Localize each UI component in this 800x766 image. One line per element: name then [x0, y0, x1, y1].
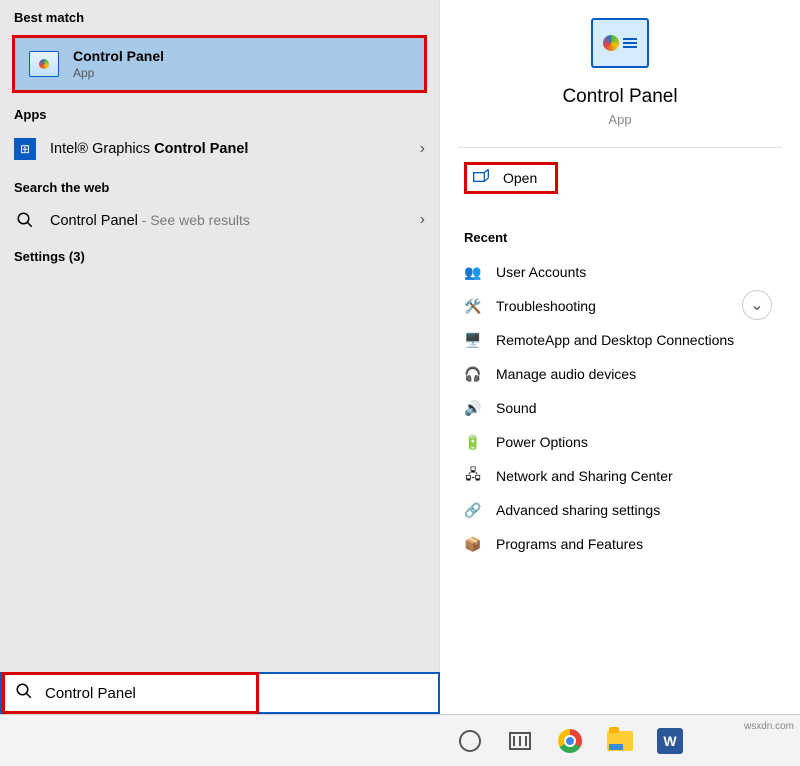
control-panel-icon-large — [591, 18, 649, 68]
word-icon[interactable]: W — [656, 727, 684, 755]
expand-button[interactable]: ⌄ — [742, 290, 772, 320]
sound-icon: 🔊 — [464, 399, 482, 417]
task-view-icon[interactable] — [506, 727, 534, 755]
recent-network-sharing[interactable]: 🖧Network and Sharing Center — [440, 459, 800, 493]
audio-devices-icon: 🎧 — [464, 365, 482, 383]
user-accounts-icon: 👥 — [464, 263, 482, 281]
settings-label[interactable]: Settings (3) — [0, 239, 439, 270]
intel-graphics-icon: ⊞ — [14, 138, 36, 160]
search-bar[interactable] — [0, 672, 440, 714]
recent-label: Recent — [440, 208, 800, 255]
open-label: Open — [503, 170, 537, 186]
recent-remoteapp[interactable]: 🖥️RemoteApp and Desktop Connections — [440, 323, 800, 357]
best-match-title: Control Panel — [73, 48, 164, 64]
preview-subtitle: App — [440, 112, 800, 127]
best-match-label: Best match — [0, 0, 439, 31]
recent-audio-devices[interactable]: 🎧Manage audio devices — [440, 357, 800, 391]
apps-result-text: Intel® Graphics Control Panel — [50, 141, 248, 157]
control-panel-icon — [29, 51, 59, 77]
troubleshooting-icon: 🛠️ — [464, 297, 482, 315]
sharing-icon: 🔗 — [464, 501, 482, 519]
best-match-result[interactable]: Control Panel App — [12, 35, 427, 93]
apps-result-intel-graphics[interactable]: ⊞ Intel® Graphics Control Panel › — [0, 128, 439, 170]
apps-label: Apps — [0, 97, 439, 128]
best-match-text: Control Panel App — [73, 48, 164, 80]
recent-user-accounts[interactable]: 👥User Accounts — [440, 255, 800, 289]
chevron-right-icon[interactable]: › — [420, 140, 425, 158]
best-match-subtitle: App — [73, 66, 164, 80]
network-icon: 🖧 — [464, 467, 482, 485]
recent-power-options[interactable]: 🔋Power Options — [440, 425, 800, 459]
cortana-icon[interactable] — [456, 727, 484, 755]
watermark: wsxdn.com — [744, 721, 794, 732]
search-icon — [15, 682, 33, 705]
web-result-text: Control Panel - See web results — [50, 212, 250, 229]
preview-hero: Control Panel App — [440, 0, 800, 147]
web-result[interactable]: Control Panel - See web results › — [0, 201, 439, 239]
open-action-row: Open — [440, 148, 800, 208]
preview-pane: Control Panel App Open ⌄ Recent 👥User Ac… — [440, 0, 800, 714]
preview-title: Control Panel — [440, 86, 800, 108]
chrome-icon[interactable] — [556, 727, 584, 755]
recent-sound[interactable]: 🔊Sound — [440, 391, 800, 425]
taskbar: W — [0, 714, 800, 766]
search-input[interactable] — [43, 684, 246, 703]
chevron-right-icon[interactable]: › — [420, 211, 425, 229]
recent-programs-features[interactable]: 📦Programs and Features — [440, 527, 800, 561]
remote-desktop-icon: 🖥️ — [464, 331, 482, 349]
programs-icon: 📦 — [464, 535, 482, 553]
open-icon — [473, 169, 489, 187]
recent-advanced-sharing[interactable]: 🔗Advanced sharing settings — [440, 493, 800, 527]
open-action[interactable]: Open — [464, 162, 558, 194]
search-web-label: Search the web — [0, 170, 439, 201]
file-explorer-icon[interactable] — [606, 727, 634, 755]
search-results-pane: Best match Control Panel App Apps ⊞ Inte… — [0, 0, 440, 714]
search-icon — [14, 211, 36, 229]
power-options-icon: 🔋 — [464, 433, 482, 451]
